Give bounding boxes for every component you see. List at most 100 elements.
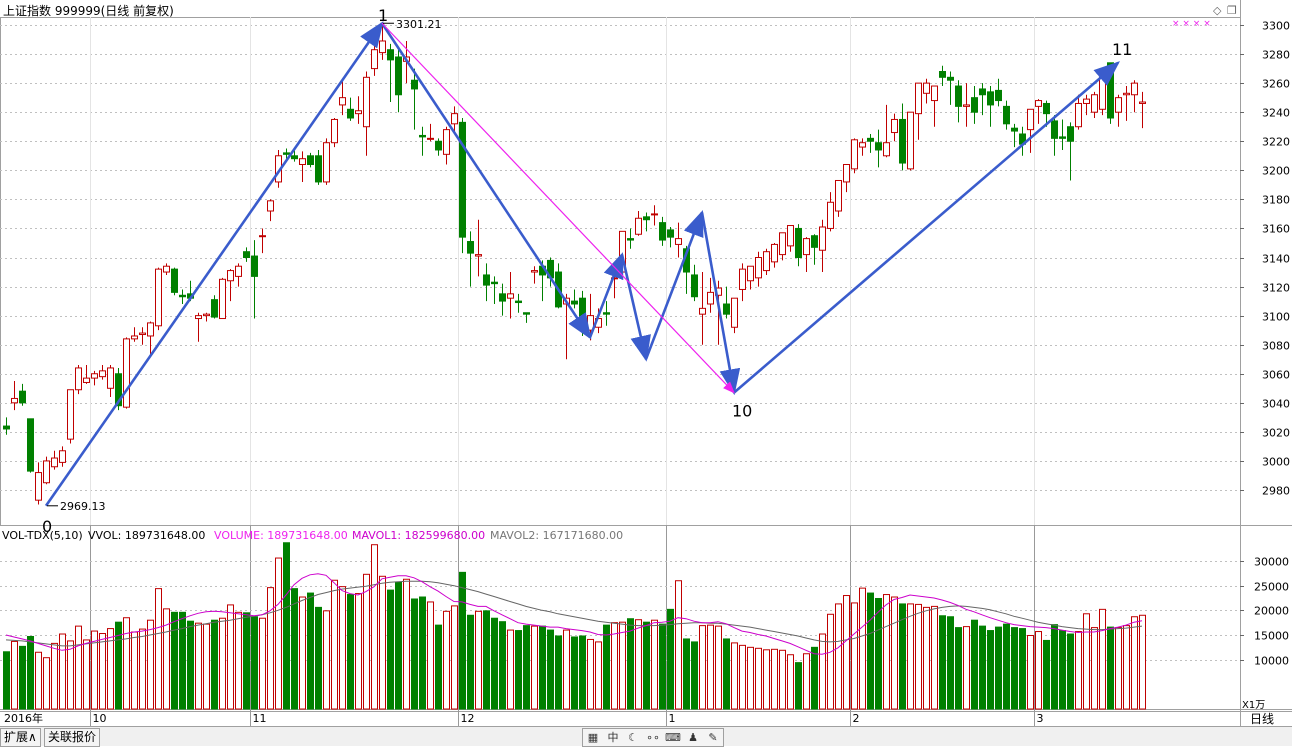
price-tick-label: 3180: [1262, 194, 1290, 207]
candle-body: [883, 142, 890, 157]
candle-body: [323, 142, 330, 183]
bottom-toolbar: 扩展∧ 关联报价 ▦ 中 ☾ ∘∘ ⌨ ♟ ✎: [0, 726, 1292, 747]
volume-unit-label: X1万: [1242, 700, 1265, 711]
low-price-label: 2969.13: [60, 500, 106, 513]
keyboard-icon[interactable]: ⌨: [663, 729, 683, 746]
candle-body: [75, 367, 82, 391]
candle-body: [299, 158, 306, 165]
volume-bar: [403, 578, 410, 710]
volume-bar: [891, 596, 898, 710]
price-tick-label: 3060: [1262, 369, 1290, 382]
candle-body: [307, 155, 314, 165]
candle-body: [987, 91, 994, 106]
volume-bar: [787, 654, 794, 710]
volume-bar: [963, 626, 970, 710]
zh-icon[interactable]: 中: [603, 729, 623, 746]
volume-bar: [467, 614, 474, 710]
candle-body: [59, 450, 66, 463]
candle-body: [347, 108, 354, 119]
candle-body: [963, 104, 970, 107]
volume-bar: [523, 625, 530, 710]
table-icon[interactable]: ▦: [583, 729, 603, 746]
volume-bar: [75, 625, 82, 710]
candle-body: [859, 142, 866, 148]
dots-icon[interactable]: ∘∘: [643, 729, 663, 746]
candle-body: [371, 49, 378, 70]
candle-body: [763, 251, 770, 272]
candle-body: [947, 76, 954, 81]
moon-icon[interactable]: ☾: [623, 729, 643, 746]
volume-bar: [3, 651, 10, 710]
wave-line: [620, 254, 651, 362]
volume-bar: [843, 595, 850, 710]
volume-bar: [611, 622, 618, 710]
volume-bar: [67, 640, 74, 710]
candle-body: [283, 152, 290, 155]
volume-bar: [859, 587, 866, 710]
candle-body: [435, 140, 442, 151]
candle-body: [1115, 97, 1122, 113]
candle-body: [1043, 102, 1050, 115]
candle-body: [771, 243, 778, 263]
price-tick-label: 3280: [1262, 49, 1290, 62]
candle-body: [507, 293, 514, 299]
expand-tab[interactable]: 扩展∧: [0, 728, 41, 747]
price-tick-label: 3000: [1262, 456, 1290, 469]
volume-bar: [43, 657, 50, 710]
candle-body: [395, 56, 402, 96]
candle-body: [1051, 120, 1058, 139]
volume-bar: [371, 544, 378, 710]
related-quotes-tab[interactable]: 关联报价: [44, 728, 101, 747]
volume-bar: [699, 625, 706, 710]
candle-body: [1123, 92, 1130, 96]
candle-body: [219, 278, 226, 320]
volume-bar: [387, 589, 394, 710]
price-tick-label: 3300: [1262, 20, 1290, 33]
candle-body: [315, 155, 322, 183]
candle-body: [971, 97, 978, 113]
candle-body: [731, 297, 738, 328]
volume-bar: [867, 592, 874, 710]
candle-body: [139, 332, 146, 336]
candle-body: [811, 235, 818, 248]
candle-body: [1083, 98, 1090, 104]
wave-line: [44, 21, 384, 507]
volume-bar: [259, 617, 266, 710]
volume-bar: [251, 616, 258, 710]
volume-bar: [931, 605, 938, 710]
volume-bar: [395, 581, 402, 710]
restore-icon: ❐: [1227, 4, 1237, 17]
candle-body: [43, 460, 50, 484]
wave-label-1: 1: [378, 6, 388, 25]
candle-body: [291, 155, 298, 160]
candle-body: [499, 293, 506, 302]
chart-canvas: 上证指数 999999(日线 前复权) ◇ ❐ × × × × 2980 3000 3020…: [0, 0, 1292, 726]
candle-body: [779, 232, 786, 256]
volume-bar: [987, 630, 994, 710]
candle-body: [427, 137, 434, 140]
candle-body: [827, 201, 834, 229]
volume-bar: [363, 573, 370, 710]
wrench-icon[interactable]: ✎: [703, 729, 723, 746]
volume-bar: [515, 630, 522, 710]
volume-bar: [291, 588, 298, 710]
volume-bar: [747, 646, 754, 710]
volume-bar: [619, 621, 626, 710]
candle-body: [795, 227, 802, 258]
volume-bar: [427, 601, 434, 710]
volume-bar: [1115, 627, 1122, 710]
mavol2-value: MAVOL2: 167171680.00: [490, 529, 623, 542]
volume-bar: [691, 641, 698, 710]
price-tick-label: 3100: [1262, 311, 1290, 324]
candle-body: [707, 291, 714, 305]
period-label: 日线: [1250, 712, 1274, 726]
candle-body: [995, 89, 1002, 102]
volume-bar: [219, 617, 226, 710]
volume-bar: [587, 638, 594, 710]
person-icon[interactable]: ♟: [683, 729, 703, 746]
volume-bar: [579, 635, 586, 710]
volume-bar: [267, 587, 274, 710]
candle-body: [251, 255, 258, 277]
volume-bar: [635, 619, 642, 710]
candle-body: [875, 142, 882, 151]
